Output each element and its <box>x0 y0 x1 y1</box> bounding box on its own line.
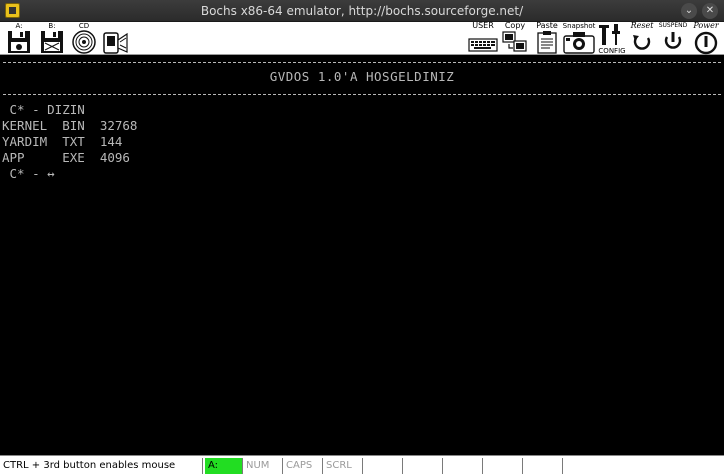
reset-label: Reset <box>630 21 654 30</box>
power-icon <box>694 31 718 55</box>
suspend-button[interactable]: SUSPEND <box>657 22 689 55</box>
config-label: CONFIG <box>598 47 626 55</box>
power-button[interactable]: Power <box>690 22 722 55</box>
separator-top <box>3 62 721 63</box>
usb-button[interactable] <box>100 22 130 55</box>
paste-icon <box>537 31 557 54</box>
user-label: USER <box>472 21 494 30</box>
cd-rom-icon <box>72 30 96 54</box>
bochs-app-icon <box>5 3 20 18</box>
suspend-icon <box>664 32 682 49</box>
copy-button[interactable]: Copy <box>500 22 530 55</box>
config-tools-icon <box>599 24 620 45</box>
snapshot-label: Snapshot <box>562 22 596 30</box>
welcome-banner: GVDOS 1.0'A HOSGELDINIZ <box>269 69 455 84</box>
separator-bottom <box>3 94 721 95</box>
terminal-line: C* - DIZIN <box>2 102 85 117</box>
paste-button[interactable]: Paste <box>532 22 562 55</box>
floppy-b-label: B: <box>48 22 56 30</box>
copy-icon <box>502 31 527 52</box>
status-message: CTRL + 3rd button enables mouse <box>0 458 203 474</box>
prompt-text: C* - <box>2 166 48 181</box>
config-button[interactable]: CONFIG <box>597 22 627 55</box>
text-cursor: ↔ <box>47 166 55 181</box>
cdrom-label: CD <box>78 22 90 30</box>
indicator-caps-lock: CAPS <box>283 458 323 474</box>
indicator-floppy-a: A: <box>205 458 243 474</box>
emulator-screen[interactable]: GVDOS 1.0'A HOSGELDINIZ C* - DIZIN KERNE… <box>0 55 724 455</box>
usb-device-icon <box>103 32 128 54</box>
floppy-b-button[interactable]: B: <box>37 22 67 55</box>
window-title: Bochs x86-64 emulator, http://bochs.sour… <box>200 3 524 18</box>
suspend-label: SUSPEND <box>658 22 688 29</box>
cdrom-button[interactable]: CD <box>69 22 99 55</box>
power-label: Power <box>693 21 719 30</box>
keyboard-icon <box>468 38 498 52</box>
toolbar: A: B: CD USER Copy Paste Snapshot CONFIG… <box>0 22 724 55</box>
user-button[interactable]: USER <box>468 22 498 55</box>
floppy-disk-icon <box>41 31 63 53</box>
indicator-scroll-lock: SCRL <box>323 458 363 474</box>
indicator-slot <box>443 458 483 474</box>
floppy-a-button[interactable]: A: <box>4 22 34 55</box>
indicator-slot <box>483 458 523 474</box>
status-bar: CTRL + 3rd button enables mouse A: NUM C… <box>0 455 724 475</box>
copy-label: Copy <box>504 21 526 30</box>
reset-button[interactable]: Reset <box>628 22 656 55</box>
camera-icon <box>563 32 595 54</box>
indicator-slot <box>523 458 563 474</box>
floppy-disk-icon <box>8 31 30 53</box>
close-button[interactable]: ✕ <box>702 3 718 19</box>
snapshot-button[interactable]: Snapshot <box>562 22 596 55</box>
minimize-button[interactable]: ⌄ <box>681 3 697 19</box>
paste-label: Paste <box>536 21 558 30</box>
terminal-line: YARDIM TXT 144 <box>2 134 123 149</box>
floppy-a-label: A: <box>15 22 23 30</box>
reset-icon <box>633 35 651 50</box>
terminal-line: APP EXE 4096 <box>2 150 130 165</box>
terminal-line: KERNEL BIN 32768 <box>2 118 138 133</box>
indicator-slot <box>363 458 403 474</box>
indicator-num-lock: NUM <box>243 458 283 474</box>
command-prompt[interactable]: C* - ↔ <box>2 166 55 182</box>
indicator-slot <box>403 458 443 474</box>
title-bar: Bochs x86-64 emulator, http://bochs.sour… <box>0 0 724 22</box>
